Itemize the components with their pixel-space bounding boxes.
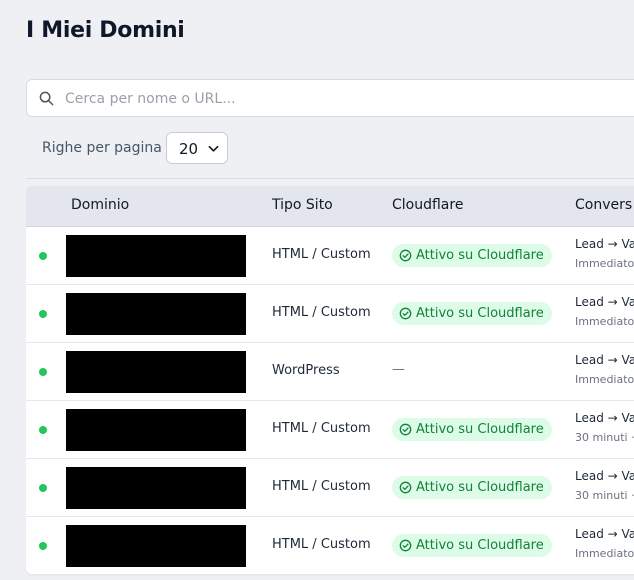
status-dot bbox=[39, 252, 47, 260]
chevron-down-icon bbox=[208, 145, 219, 152]
domain-name-redacted[interactable] bbox=[66, 409, 246, 451]
conversion-flow: Lead → Va bbox=[575, 469, 634, 483]
domain-name-redacted[interactable] bbox=[66, 525, 246, 567]
conversion-flow: Lead → Va bbox=[575, 237, 634, 251]
cloudflare-status-badge: Attivo su Cloudflare bbox=[392, 302, 552, 325]
rows-per-page-value: 20 bbox=[179, 140, 199, 158]
rows-per-page-label: Righe per pagina bbox=[42, 140, 162, 156]
status-dot bbox=[39, 426, 47, 434]
cloudflare-status-label: Attivo su Cloudflare bbox=[416, 248, 544, 263]
table-row[interactable]: HTML / Custom Attivo su Cloudflare Lead → … bbox=[26, 227, 634, 285]
cloudflare-status-label: Attivo su Cloudflare bbox=[416, 422, 544, 437]
conversion-timing: 30 minuti · bbox=[575, 489, 634, 502]
site-type: HTML / Custom bbox=[272, 305, 371, 320]
site-type: HTML / Custom bbox=[272, 537, 371, 552]
search-input[interactable] bbox=[63, 86, 627, 112]
check-circle-icon bbox=[399, 307, 412, 320]
table-toolbar: Righe per pagina 20 bbox=[26, 118, 634, 179]
rows-per-page-select[interactable]: 20 bbox=[166, 132, 228, 164]
header-conversion[interactable]: Convers bbox=[575, 197, 632, 213]
check-circle-icon bbox=[399, 249, 412, 262]
table-row[interactable]: HTML / Custom Attivo su Cloudflare Lead → … bbox=[26, 517, 634, 574]
cloudflare-status-label: Attivo su Cloudflare bbox=[416, 480, 544, 495]
cloudflare-status-label: Attivo su Cloudflare bbox=[416, 306, 544, 321]
cloudflare-status-badge: Attivo su Cloudflare bbox=[392, 244, 552, 267]
table-body: HTML / Custom Attivo su Cloudflare Lead → … bbox=[26, 227, 634, 574]
conversion-timing: Immediato bbox=[575, 315, 634, 328]
header-domain[interactable]: Dominio bbox=[71, 197, 129, 213]
conversion-timing: 30 minuti · bbox=[575, 431, 634, 444]
cloudflare-status-badge: Attivo su Cloudflare bbox=[392, 476, 552, 499]
status-dot bbox=[39, 484, 47, 492]
table-row[interactable]: HTML / Custom Attivo su Cloudflare Lead → … bbox=[26, 285, 634, 343]
table-row[interactable]: WordPress — Lead → Va Immediato bbox=[26, 343, 634, 401]
domains-table: Dominio Tipo Sito Cloudflare Convers HTM… bbox=[26, 186, 634, 574]
search-icon bbox=[39, 91, 54, 106]
domain-name-redacted[interactable] bbox=[66, 235, 246, 277]
table-row[interactable]: HTML / Custom Attivo su Cloudflare Lead → … bbox=[26, 401, 634, 459]
page-title: I Miei Domini bbox=[26, 18, 185, 43]
status-dot bbox=[39, 310, 47, 318]
cloudflare-status-badge: Attivo su Cloudflare bbox=[392, 534, 552, 557]
table-row[interactable]: HTML / Custom Attivo su Cloudflare Lead → … bbox=[26, 459, 634, 517]
check-circle-icon bbox=[399, 481, 412, 494]
table-header: Dominio Tipo Sito Cloudflare Convers bbox=[26, 186, 634, 227]
conversion-flow: Lead → Va bbox=[575, 295, 634, 309]
header-site-type[interactable]: Tipo Sito bbox=[272, 197, 333, 213]
status-dot bbox=[39, 542, 47, 550]
site-type: HTML / Custom bbox=[272, 421, 371, 436]
search-box[interactable] bbox=[26, 79, 634, 117]
domain-name-redacted[interactable] bbox=[66, 467, 246, 509]
cloudflare-status-label: Attivo su Cloudflare bbox=[416, 538, 544, 553]
domains-page: I Miei Domini Righe per pagina 20 Domini… bbox=[0, 0, 634, 580]
status-dot bbox=[39, 368, 47, 376]
site-type: HTML / Custom bbox=[272, 247, 371, 262]
conversion-timing: Immediato bbox=[575, 373, 634, 386]
domain-name-redacted[interactable] bbox=[66, 293, 246, 335]
cloudflare-status-badge: Attivo su Cloudflare bbox=[392, 418, 552, 441]
site-type: WordPress bbox=[272, 363, 340, 378]
check-circle-icon bbox=[399, 423, 412, 436]
conversion-flow: Lead → Va bbox=[575, 353, 634, 367]
cloudflare-none: — bbox=[392, 362, 405, 377]
conversion-timing: Immediato bbox=[575, 547, 634, 560]
site-type: HTML / Custom bbox=[272, 479, 371, 494]
domain-name-redacted[interactable] bbox=[66, 351, 246, 393]
conversion-flow: Lead → Va bbox=[575, 527, 634, 541]
check-circle-icon bbox=[399, 539, 412, 552]
conversion-flow: Lead → Va bbox=[575, 411, 634, 425]
header-cloudflare[interactable]: Cloudflare bbox=[392, 197, 463, 213]
conversion-timing: Immediato bbox=[575, 257, 634, 270]
